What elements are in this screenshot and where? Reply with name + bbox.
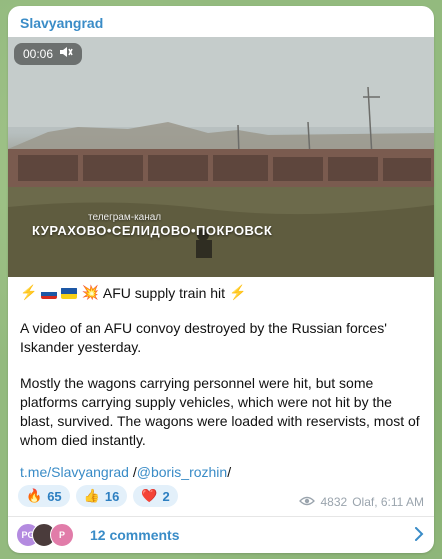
reaction-heart[interactable]: ❤️ 2 (133, 485, 178, 507)
thumbs-up-icon: 👍 (83, 488, 100, 503)
avatar: P (50, 523, 74, 547)
post-meta: 4832 Olaf, 6:11 AM (299, 495, 424, 509)
video-timecode[interactable]: 00:06 (14, 43, 83, 65)
view-count: 4832 (320, 495, 348, 509)
reaction-count: 65 (47, 488, 62, 504)
lightning-icon: ⚡ (20, 284, 38, 300)
post-paragraph: A video of an AFU convoy destroyed by th… (20, 320, 387, 355)
fire-icon: 🔥 (26, 488, 43, 503)
comment-avatars: PG P (16, 523, 82, 547)
post-headline: ⚡ 💥 AFU supply train hit ⚡ (20, 284, 246, 301)
video-frame (8, 37, 434, 277)
lightning-icon: ⚡ (229, 284, 247, 300)
channel-post: Slavyangrad 00:06 телеграм-канал КУРАХОВ… (8, 6, 434, 553)
post-paragraph: Mostly the wagons carrying personnel wer… (20, 375, 420, 448)
reaction-count: 2 (162, 488, 170, 504)
link-separator: / (128, 464, 137, 480)
explosion-icon: 💥 (81, 284, 99, 300)
reaction-count: 16 (104, 488, 120, 504)
author-link[interactable]: @boris_rozhin (137, 464, 227, 480)
comments-button[interactable]: PG P 12 comments (8, 517, 434, 553)
headline-text: AFU supply train hit (102, 284, 226, 301)
watermark-caption: телеграм-канал (88, 212, 162, 223)
timecode-text: 00:06 (23, 47, 54, 61)
channel-name[interactable]: Slavyangrad (20, 15, 103, 31)
speaker-muted-icon[interactable] (59, 43, 73, 65)
channel-link[interactable]: t.me/Slavyangrad (20, 464, 129, 480)
chevron-right-icon (414, 527, 424, 546)
heart-icon: ❤️ (141, 488, 158, 503)
author-time: Olaf, 6:11 AM (352, 495, 424, 509)
comments-label: 12 comments (90, 527, 180, 543)
ukraine-flag-icon (61, 287, 78, 299)
reactions-bar: 🔥 65 👍 16 ❤️ 2 (18, 485, 178, 507)
link-suffix: / (227, 464, 232, 480)
video-player[interactable]: 00:06 телеграм-канал КУРАХОВО•СЕЛИДОВО•П… (8, 37, 434, 277)
reaction-thumbs-up[interactable]: 👍 16 (75, 485, 128, 507)
reaction-fire[interactable]: 🔥 65 (18, 485, 70, 507)
post-links: t.me/Slavyangrad /@boris_rozhin/ (20, 464, 231, 480)
russia-flag-icon (41, 287, 58, 299)
watermark-title: КУРАХОВО•СЕЛИДОВО•ПОКРОВСК (32, 223, 273, 238)
eye-icon (299, 495, 316, 509)
